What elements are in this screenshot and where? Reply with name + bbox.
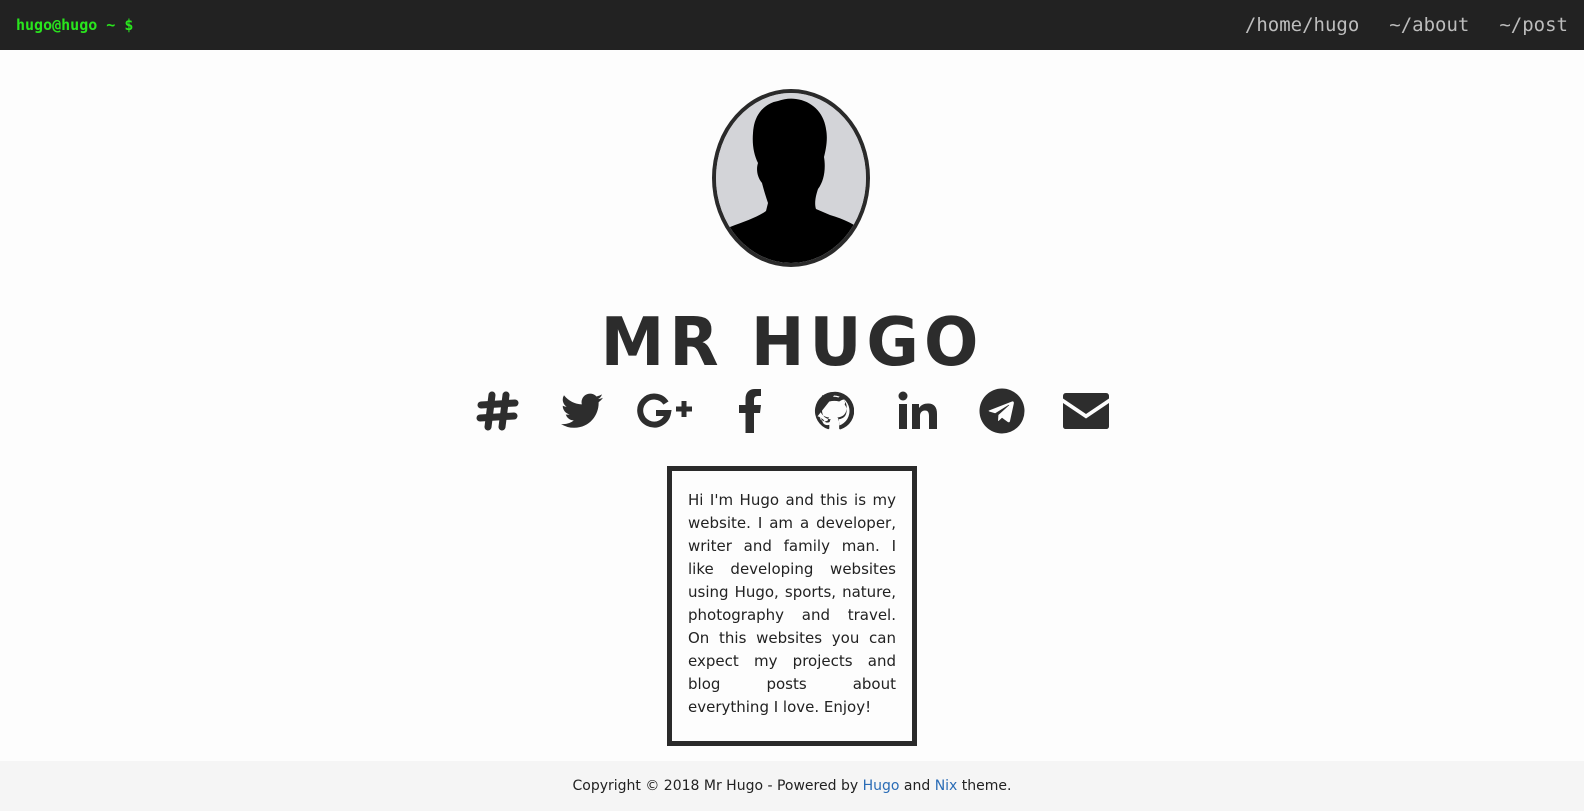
bio-card: Hi I'm Hugo and this is my website. I am…: [667, 466, 917, 746]
slack-link[interactable]: [456, 386, 540, 436]
github-icon: [814, 391, 854, 430]
person-silhouette-icon: [716, 93, 866, 263]
social-links: [0, 386, 1584, 436]
nav-item-about[interactable]: ~/about: [1389, 14, 1469, 36]
bio-text: Hi I'm Hugo and this is my website. I am…: [688, 491, 896, 716]
footer-suffix-text: theme.: [957, 778, 1012, 794]
slack-icon: [476, 391, 519, 431]
email-icon: [1063, 393, 1109, 429]
avatar: [712, 89, 870, 267]
page-title: MR HUGO: [600, 304, 984, 382]
linkedin-link[interactable]: [876, 386, 960, 436]
telegram-link[interactable]: [960, 386, 1044, 436]
top-bar: hugo@hugo ~ $ /home/hugo ~/about ~/post: [0, 0, 1584, 50]
github-link[interactable]: [792, 386, 876, 436]
facebook-link[interactable]: [708, 386, 792, 436]
main-nav: /home/hugo ~/about ~/post: [1245, 14, 1568, 36]
google-plus-link[interactable]: [624, 386, 708, 436]
twitter-link[interactable]: [540, 386, 624, 436]
telegram-icon: [979, 388, 1025, 434]
site-prompt-link[interactable]: hugo@hugo ~ $: [16, 16, 133, 34]
twitter-icon: [561, 393, 603, 428]
footer-and-text: and: [899, 778, 935, 794]
nix-theme-link[interactable]: Nix: [935, 778, 958, 794]
copyright-text: Copyright © 2018 Mr Hugo - Powered by: [572, 778, 863, 794]
facebook-icon: [739, 389, 761, 433]
email-link[interactable]: [1044, 386, 1128, 436]
nav-item-home[interactable]: /home/hugo: [1245, 14, 1359, 36]
nav-item-post[interactable]: ~/post: [1499, 14, 1568, 36]
linkedin-icon: [898, 391, 937, 429]
hugo-link[interactable]: Hugo: [863, 778, 900, 794]
footer: Copyright © 2018 Mr Hugo - Powered by Hu…: [0, 761, 1584, 811]
google-plus-icon: [637, 393, 692, 428]
